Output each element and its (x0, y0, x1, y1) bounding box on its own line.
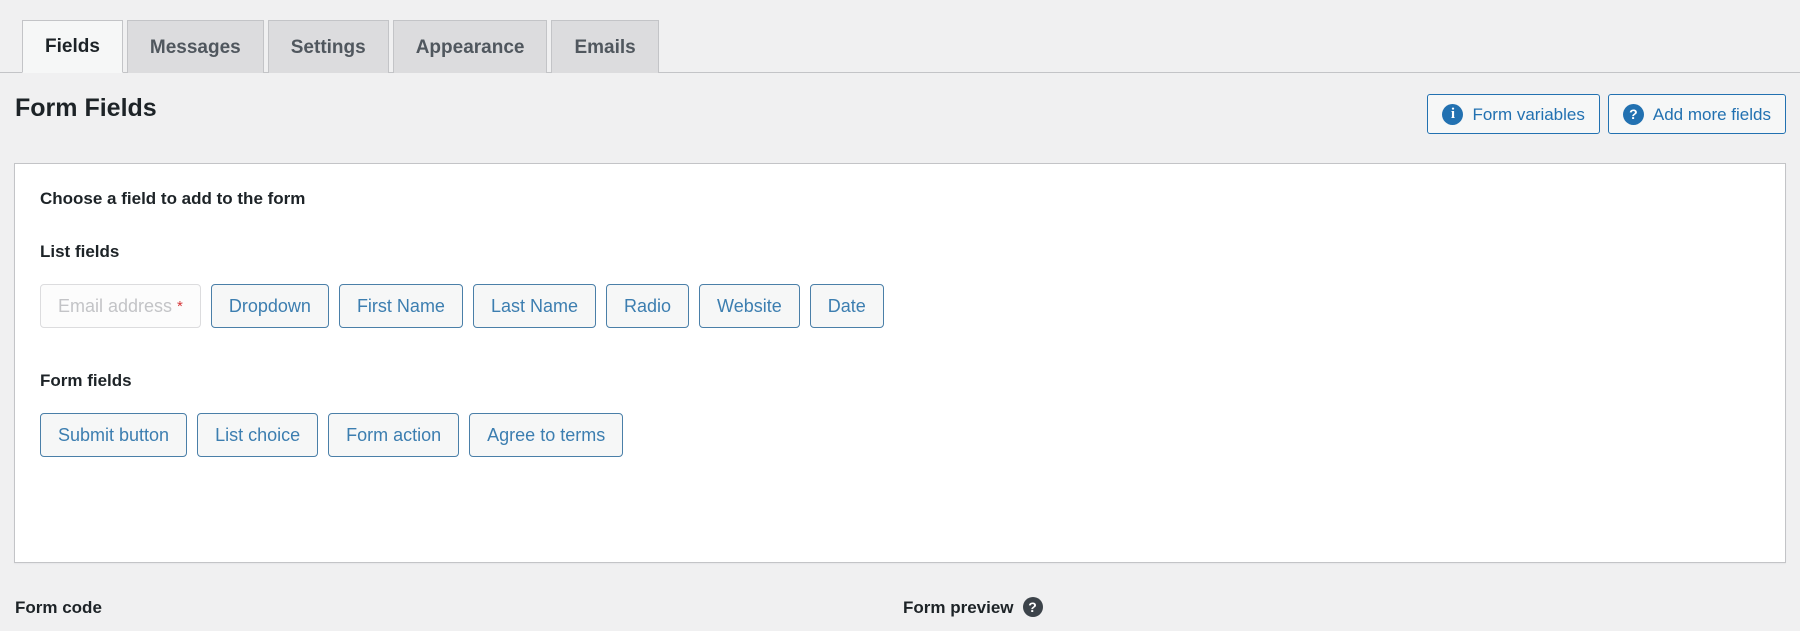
chip-label: Last Name (490, 296, 578, 316)
chip-label: Radio (624, 296, 672, 316)
question-icon: ? (1622, 103, 1644, 125)
form-code-label: Form code (15, 598, 102, 617)
required-asterisk: * (177, 297, 183, 315)
chip-label: List choice (215, 425, 301, 445)
form-preview-header: Form preview ? (903, 597, 1043, 617)
field-chip-dropdown[interactable]: Dropdown (210, 284, 329, 328)
add-more-fields-button[interactable]: ? Add more fields (1607, 94, 1786, 134)
field-chooser-card: Choose a field to add to the form List f… (14, 163, 1786, 563)
field-chip-radio[interactable]: Radio (606, 284, 690, 328)
chip-row: Email address * Dropdown First Name Last Nam… (40, 284, 1760, 328)
chip-label: First Name (356, 296, 445, 316)
tab-emails[interactable]: Emails (551, 20, 659, 73)
button-label: Form variables (1472, 104, 1585, 124)
field-groups: List fields Email address * Dropdown First N… (40, 243, 1760, 457)
tab-appearance[interactable]: Appearance (392, 20, 548, 73)
tab-messages[interactable]: Messages (126, 20, 264, 73)
field-chip-submit-button[interactable]: Submit button (40, 413, 188, 457)
page-header: Form Fields i Form variables? Add more fie… (0, 73, 1800, 163)
tab-fields[interactable]: Fields (22, 20, 123, 73)
form-variables-button[interactable]: i Form variables (1427, 94, 1600, 134)
group-label-form-fields: Form fields (40, 371, 132, 390)
chip-label: Email address (58, 296, 173, 316)
chip-label: Website (717, 296, 782, 316)
field-chip-form-action[interactable]: Form action (328, 413, 460, 457)
page-title: Form Fields (15, 94, 157, 122)
field-chip-last-name[interactable]: Last Name (472, 284, 596, 328)
field-chip-website[interactable]: Website (699, 284, 800, 328)
help-icon[interactable]: ? (1022, 597, 1043, 617)
field-chip-agree-to-terms[interactable]: Agree to terms (469, 413, 624, 457)
footer-row: Form code Form preview ? (0, 592, 1800, 631)
chip-label: Form action (346, 425, 442, 445)
chip-label: Dropdown (228, 296, 311, 316)
header-actions: i Form variables? Add more fields (1427, 94, 1786, 134)
field-chip-list-choice[interactable]: List choice (197, 413, 319, 457)
chip-label: Agree to terms (487, 425, 606, 445)
group-label-list-fields: List fields (40, 242, 120, 261)
info-icon: i (1442, 103, 1464, 125)
form-preview-label: Form preview (903, 597, 1014, 617)
chip-row: Submit button List choice Form action Agree… (40, 413, 1760, 457)
field-chip-date[interactable]: Date (809, 284, 884, 328)
field-chooser-body: Choose a field to add to the form List f… (15, 164, 1785, 457)
chip-label: Date (827, 296, 866, 316)
field-chip-first-name[interactable]: First Name (338, 284, 463, 328)
chip-label: Submit button (58, 425, 170, 445)
tab-settings[interactable]: Settings (267, 20, 389, 73)
choose-field-label: Choose a field to add to the form (40, 189, 306, 208)
tab-strip: Fields Messages Settings Appearance Emails (0, 0, 1800, 73)
button-label: Add more fields (1652, 104, 1771, 124)
field-chip-email-address: Email address * (40, 284, 201, 328)
